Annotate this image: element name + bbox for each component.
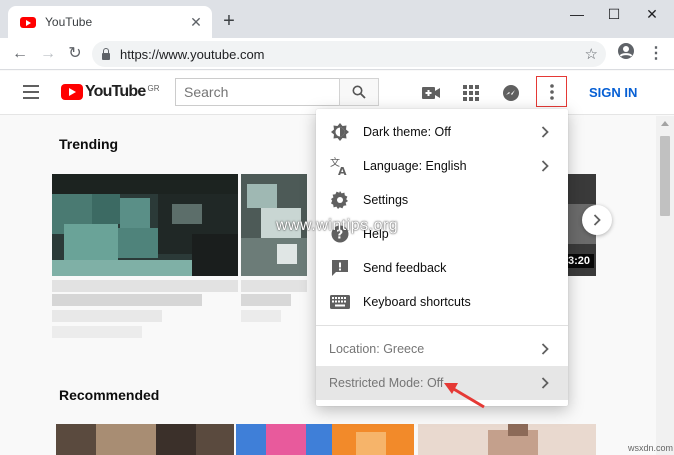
more-vert-icon — [549, 83, 554, 100]
menu-item-keyboard-shortcuts[interactable]: Keyboard shortcuts — [316, 285, 568, 319]
video-duration-badge: 3:20 — [564, 254, 595, 268]
menu-item-label: Restricted Mode: Off — [329, 376, 444, 390]
page-scrollbar[interactable] — [656, 116, 674, 455]
menu-item-label: Keyboard shortcuts — [363, 295, 471, 309]
trending-video-thumbnail[interactable] — [52, 174, 238, 276]
search-icon — [352, 85, 366, 99]
menu-item-label: Settings — [363, 193, 409, 207]
video-metadata-blur — [241, 280, 307, 350]
menu-item-label: Send feedback — [363, 261, 447, 275]
forward-button[interactable]: → — [36, 42, 60, 66]
corner-watermark: wsxdn.com — [628, 443, 674, 453]
youtube-logo[interactable]: YouTube GR — [61, 83, 159, 101]
window-close-button[interactable]: ✕ — [632, 4, 672, 28]
chevron-right-icon — [538, 341, 552, 357]
minimize-button[interactable]: — — [557, 4, 597, 28]
more-options-button[interactable] — [536, 76, 567, 107]
recommended-video-thumbnail[interactable] — [418, 424, 596, 455]
recommended-title: Recommended — [59, 387, 160, 403]
translate-icon: 文A — [330, 156, 350, 176]
menu-divider — [316, 325, 568, 326]
upload-video-icon[interactable] — [420, 82, 442, 104]
carousel-next-button[interactable] — [582, 205, 612, 235]
chevron-right-icon — [593, 214, 601, 226]
bookmark-star-icon[interactable]: ☆ — [585, 45, 598, 63]
scrollbar-thumb[interactable] — [660, 136, 670, 216]
keyboard-icon — [330, 292, 350, 312]
menu-item-label: Location: Greece — [329, 342, 425, 356]
tab-close-button[interactable]: ✕ — [186, 14, 206, 31]
search-input[interactable] — [175, 78, 339, 106]
lock-icon — [102, 47, 110, 60]
menu-item-label: Language: English — [363, 159, 467, 173]
scroll-up-arrow-icon[interactable] — [661, 121, 669, 126]
gear-icon — [330, 190, 350, 210]
apps-grid-icon[interactable] — [460, 82, 482, 104]
watermark-text: www.wintips.org — [276, 217, 399, 234]
menu-item-label: Dark theme: Off — [363, 125, 451, 139]
recommended-video-thumbnail[interactable] — [236, 424, 414, 455]
search-button[interactable] — [339, 78, 379, 106]
new-tab-button[interactable]: + — [218, 10, 240, 32]
browser-tab-strip: YouTube ✕ + — ☐ ✕ — [0, 0, 674, 38]
url-text[interactable]: https://www.youtube.com — [120, 47, 585, 62]
menu-item-dark-theme[interactable]: Dark theme: Off — [316, 115, 568, 149]
dark-theme-icon — [330, 122, 350, 142]
logo-text: YouTube — [85, 83, 146, 100]
browser-tab-youtube[interactable]: YouTube ✕ — [8, 6, 212, 38]
menu-item-language[interactable]: 文A Language: English — [316, 149, 568, 183]
menu-item-settings[interactable]: Settings — [316, 183, 568, 217]
youtube-favicon-icon — [20, 16, 36, 28]
menu-item-location[interactable]: Location: Greece — [316, 332, 568, 366]
trending-title: Trending — [59, 136, 119, 152]
feedback-icon — [330, 258, 350, 278]
messages-icon[interactable] — [500, 82, 522, 104]
chevron-right-icon — [538, 375, 552, 391]
chevron-right-icon — [538, 158, 552, 174]
browser-menu-icon[interactable]: ⋮ — [644, 42, 668, 66]
profile-icon[interactable] — [614, 42, 638, 66]
youtube-play-icon — [61, 84, 83, 100]
recommended-video-thumbnail[interactable] — [56, 424, 234, 455]
svg-text:A: A — [338, 165, 347, 176]
browser-toolbar: ← → ↻ https://www.youtube.com ☆ ⋮ — [0, 38, 674, 70]
menu-item-send-feedback[interactable]: Send feedback — [316, 251, 568, 285]
back-button[interactable]: ← — [8, 42, 32, 66]
address-bar[interactable]: https://www.youtube.com ☆ — [92, 41, 606, 67]
annotation-arrow-icon — [444, 383, 485, 409]
sign-in-button[interactable]: SIGN IN — [589, 85, 637, 100]
hamburger-menu-icon[interactable] — [23, 85, 39, 99]
settings-dropdown-menu: Dark theme: Off 文A Language: English Set… — [316, 109, 568, 406]
logo-region: GR — [147, 83, 160, 93]
search-bar — [175, 78, 379, 106]
video-metadata-blur — [52, 280, 238, 350]
tab-title: YouTube — [45, 15, 93, 29]
chevron-right-icon — [538, 124, 552, 140]
reload-button[interactable]: ↻ — [63, 42, 87, 66]
maximize-button[interactable]: ☐ — [594, 4, 634, 28]
